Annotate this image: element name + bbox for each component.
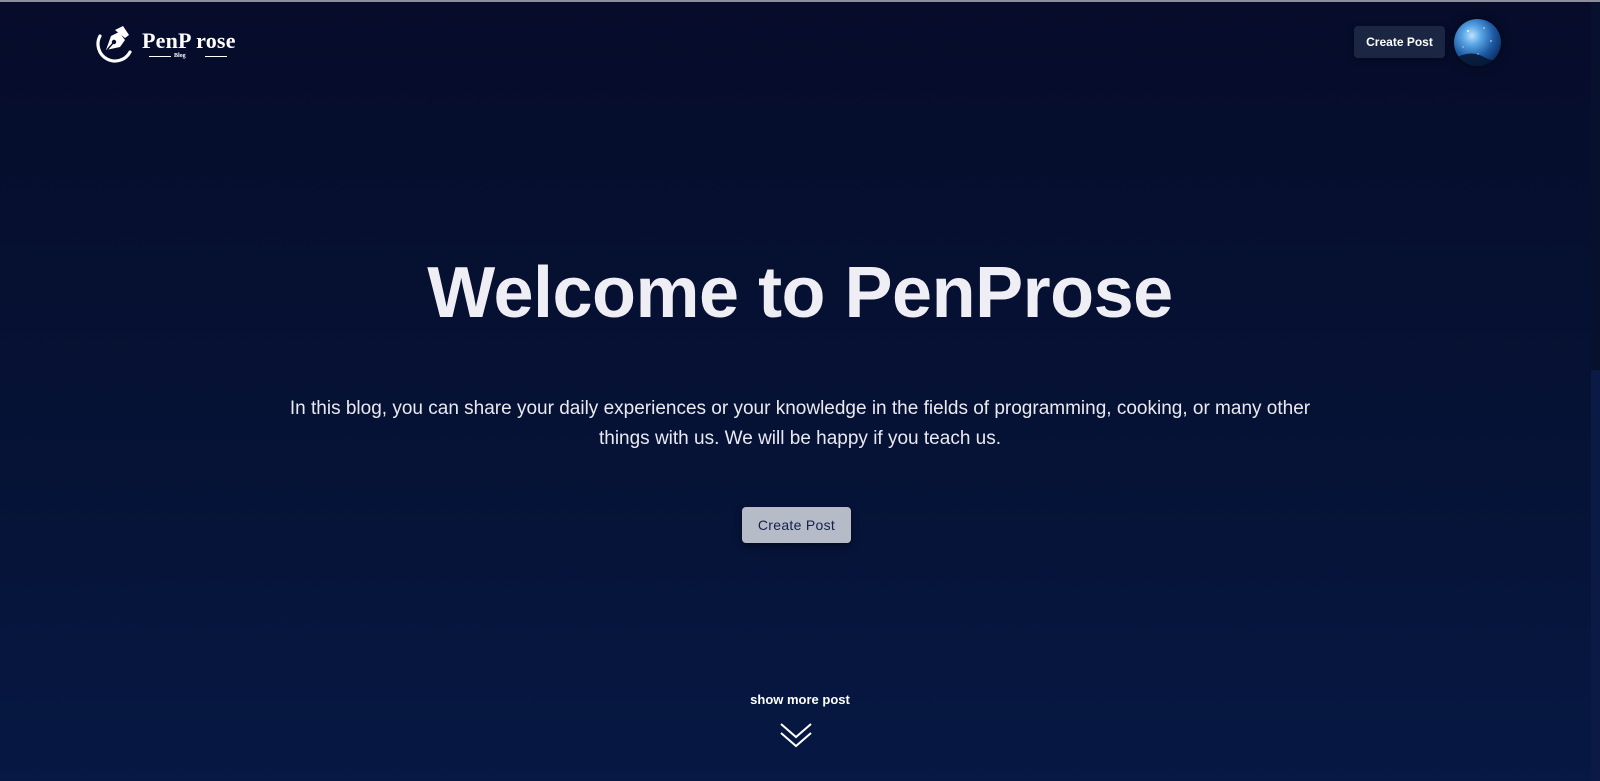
show-more-label: show more post	[750, 692, 850, 707]
brand-logo[interactable]: PenP rose Blog	[92, 22, 242, 64]
brand-divider-right	[205, 56, 227, 57]
brand-tagline: Blog	[174, 53, 186, 59]
brand-divider-left	[149, 56, 171, 57]
hero-description: In this blog, you can share your daily e…	[289, 398, 1311, 449]
header-create-post-button[interactable]: Create Post	[1354, 26, 1445, 58]
pen-nib-icon	[92, 22, 134, 64]
scrollbar-thumb[interactable]	[1591, 370, 1600, 781]
scrollbar-track[interactable]	[1591, 2, 1600, 781]
site-header: PenP rose Blog Create Post	[0, 2, 1591, 82]
brand-name: PenP rose	[142, 28, 236, 53]
hero-create-post-button[interactable]: Create Post	[742, 507, 851, 543]
user-avatar[interactable]	[1454, 19, 1501, 66]
double-chevron-down-icon[interactable]	[779, 722, 813, 750]
hero-title: Welcome to PenProse	[427, 253, 1173, 333]
